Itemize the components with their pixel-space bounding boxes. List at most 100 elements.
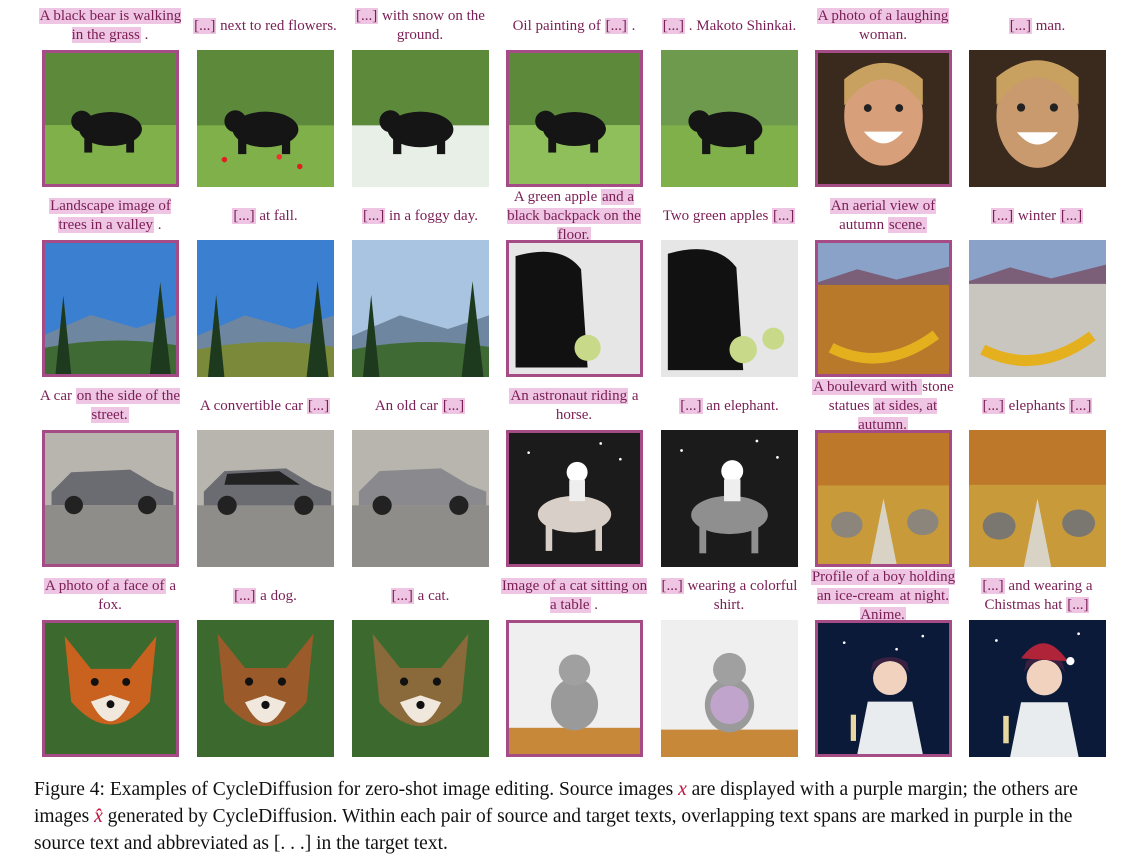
image-thumbnail (45, 433, 176, 564)
overlap-highlight: [...] (679, 397, 703, 414)
generated-image (352, 240, 489, 377)
overlap-highlight: [...] (981, 397, 1005, 414)
caption-text: An astronaut riding a horse. (499, 387, 649, 425)
image-caption: [...] at fall. (190, 194, 340, 238)
image-thumbnail (352, 430, 489, 567)
caption-segment: an elephant. (702, 397, 779, 414)
generated-image (197, 240, 334, 377)
image-caption: A convertible car [...] (190, 384, 340, 428)
caption-segment: in a foggy day. (385, 207, 478, 224)
caption-text: [...] in a foggy day. (361, 207, 478, 226)
caption-text: [...] next to red flowers. (193, 17, 337, 36)
caption-text: Landscape image of trees in a valley . (35, 197, 185, 235)
generated-image (197, 430, 334, 567)
overlap-highlight: A photo of a face of (44, 578, 166, 594)
image-caption: [...] . Makoto Shinkai. (654, 4, 804, 48)
image-thumbnail (969, 430, 1106, 567)
image-caption: A car on the side of the street. (35, 384, 185, 428)
image-caption: [...] winter [...] (962, 194, 1112, 238)
generated-image (352, 620, 489, 757)
overlap-highlight: [...] (1059, 207, 1084, 224)
caption-text: [...] . Makoto Shinkai. (661, 17, 797, 36)
image-thumbnail (818, 623, 949, 754)
image-thumbnail (661, 620, 798, 757)
overlap-highlight: [...] (233, 587, 257, 604)
figure-caption: Figure 4: Examples of CycleDiffusion for… (34, 776, 1112, 857)
generated-image (661, 430, 798, 567)
image-caption: [...] man. (962, 4, 1112, 48)
source-image (815, 240, 952, 377)
overlap-highlight: [...] (1008, 17, 1032, 34)
image-caption: A black bear is walking in the grass . (35, 4, 185, 48)
overlap-highlight: A photo of a laughing (816, 8, 950, 24)
overlap-highlight: [...] (661, 17, 685, 34)
source-image (42, 240, 179, 377)
caption-segment: . Makoto Shinkai. (685, 17, 797, 34)
caption-text: [...] at fall. (232, 207, 298, 226)
caption-segment: . (140, 27, 149, 43)
caption-segment: next to red flowers. (216, 17, 337, 34)
image-thumbnail (352, 620, 489, 757)
image-thumbnail (818, 243, 949, 374)
source-image (42, 430, 179, 567)
image-thumbnail (818, 53, 949, 184)
figure-row: A black bear is walking in the grass . [.… (30, 4, 1120, 194)
source-image (506, 430, 643, 567)
source-image (42, 50, 179, 187)
image-caption: A boulevard with stone statues at sides,… (808, 378, 958, 433)
caption-text: Oil painting of [...] . (513, 17, 635, 36)
image-thumbnail (969, 50, 1106, 187)
caption-segment: An old car (374, 397, 442, 414)
overlap-highlight: [...] (390, 587, 414, 604)
image-thumbnail (197, 240, 334, 377)
generated-image (661, 620, 798, 757)
generated-image (661, 240, 798, 377)
image-caption: An aerial view of autumn scene. (808, 194, 958, 238)
image-thumbnail (352, 50, 489, 187)
caption-segment: . (154, 217, 162, 233)
image-thumbnail (352, 240, 489, 377)
source-image (815, 620, 952, 757)
caption-text: A convertible car [...] (200, 397, 331, 416)
image-thumbnail (661, 430, 798, 567)
image-caption: An astronaut riding a horse. (499, 384, 649, 428)
image-thumbnail (969, 240, 1106, 377)
overlap-highlight: [...] (1069, 397, 1093, 414)
caption-text: A green apple and a black backpack on th… (499, 188, 649, 245)
image-thumbnail (45, 243, 176, 374)
caption-text: [...] and wearing a Chistmas hat [...] (962, 577, 1112, 615)
generated-image (197, 620, 334, 757)
caption-text: A black bear is walking in the grass . (35, 7, 185, 45)
image-thumbnail (509, 433, 640, 564)
image-caption: Two green apples [...] (654, 194, 804, 238)
caption-segment: . (590, 597, 599, 613)
overlap-highlight: [...] (441, 397, 466, 414)
generated-image (197, 50, 334, 187)
overlap-highlight: on the side of the street. (75, 388, 181, 423)
image-caption: A photo of a laughing woman. (808, 4, 958, 48)
image-caption: [...] next to red flowers. (190, 4, 340, 48)
image-thumbnail (197, 430, 334, 567)
caption-segment: wearing a colorful shirt. (683, 578, 798, 613)
image-caption: Oil painting of [...] . (499, 4, 649, 48)
generated-image (969, 240, 1106, 377)
generated-image (661, 50, 798, 187)
caption-text: Two green apples [...] (663, 207, 796, 226)
caption-segment: autumn (839, 217, 888, 233)
caption-text: A car on the side of the street. (35, 387, 185, 425)
image-caption: A green apple and a black backpack on th… (499, 188, 649, 243)
overlap-highlight: Image of a cat sitting on a table (500, 578, 648, 613)
caption-text: [...] winter [...] (990, 207, 1084, 226)
overlap-highlight: [...] (361, 207, 386, 224)
image-thumbnail (661, 240, 798, 377)
caption-text: [...] with snow on the ground. (345, 7, 495, 45)
image-thumbnail (197, 50, 334, 187)
image-caption: [...] with snow on the ground. (345, 4, 495, 48)
source-image (506, 620, 643, 757)
overlap-highlight: An aerial view of (829, 198, 937, 214)
caption-segment: a cat. (413, 587, 450, 604)
caption-math-x: x (678, 779, 687, 800)
caption-text: A photo of a face of a fox. (35, 577, 185, 615)
caption-text: Image of a cat sitting on a table . (499, 577, 649, 615)
overlap-highlight: [...] (232, 207, 256, 224)
